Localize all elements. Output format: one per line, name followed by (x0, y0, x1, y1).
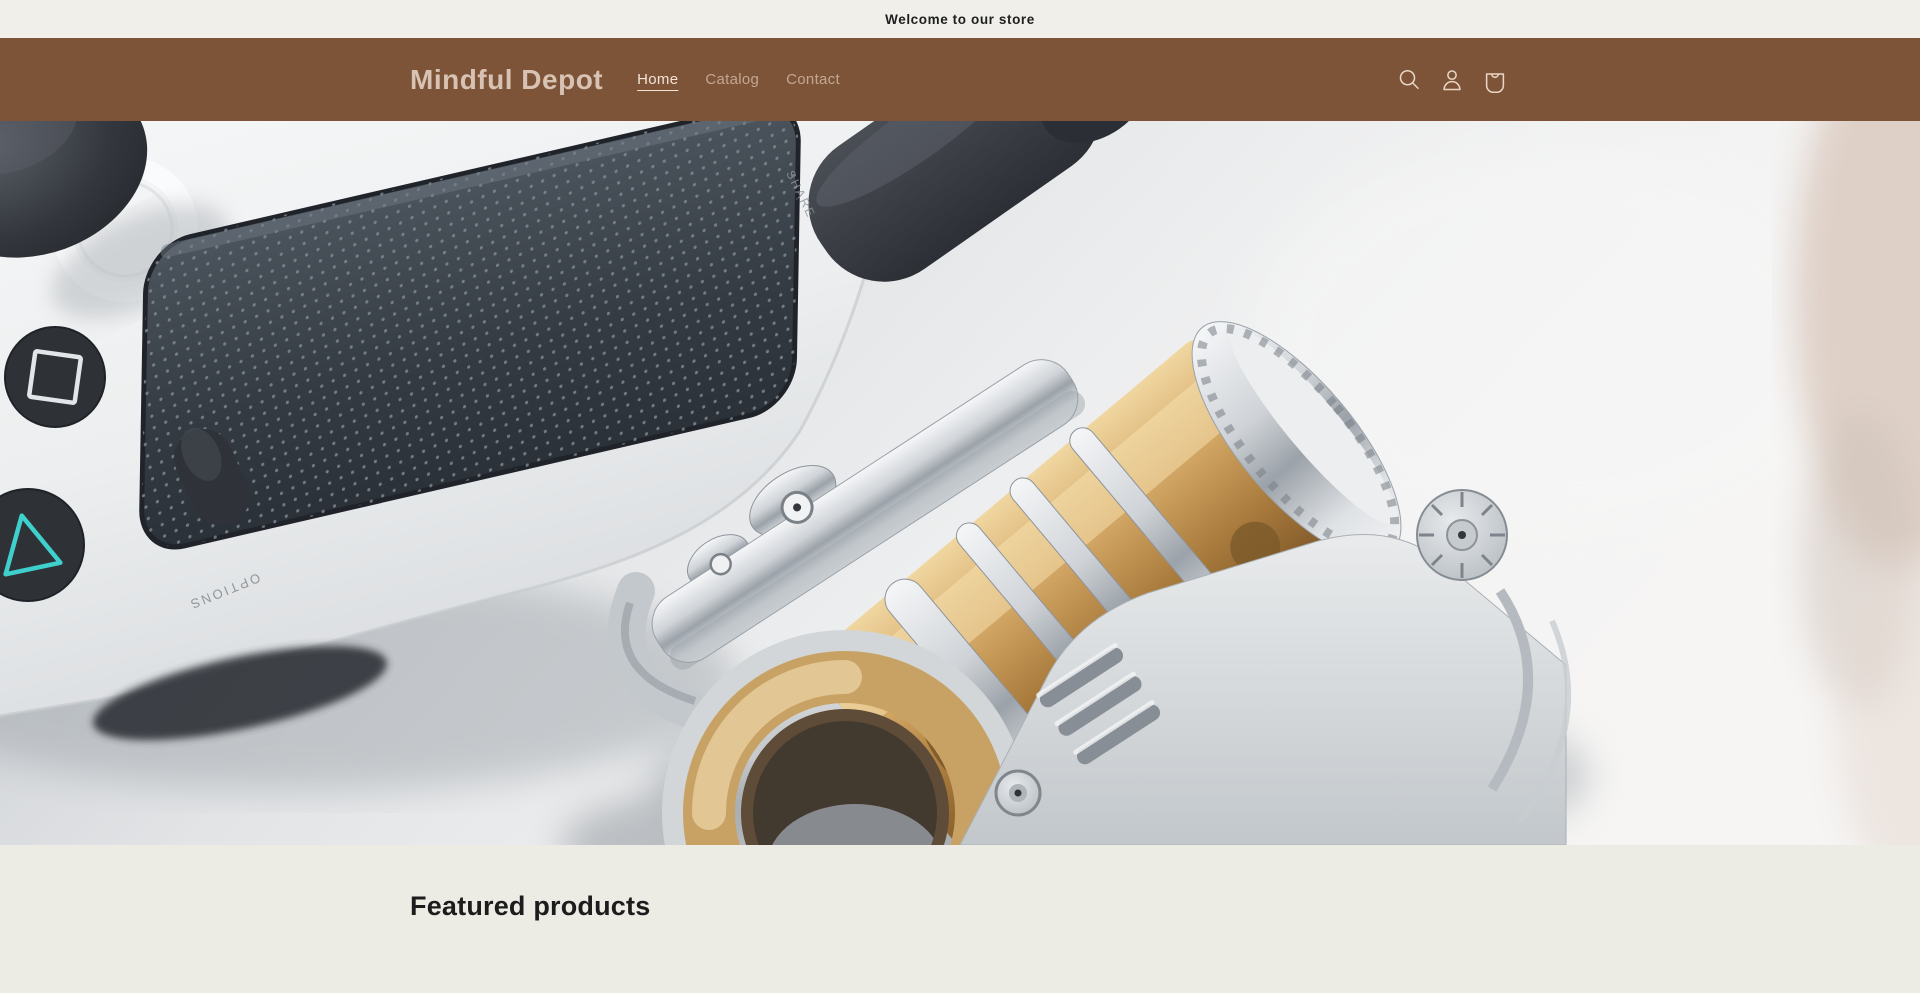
search-icon (1394, 65, 1424, 95)
announcement-text: Welcome to our store (885, 12, 1035, 27)
header-icons (1394, 65, 1510, 95)
featured-products-section: Featured products (0, 845, 1920, 993)
account-icon (1437, 65, 1467, 95)
site-header: Mindful Depot Home Catalog Contact (0, 38, 1920, 121)
header-container: Mindful Depot Home Catalog Contact (410, 64, 1510, 96)
search-button[interactable] (1394, 65, 1424, 95)
announcement-bar: Welcome to our store (0, 0, 1920, 38)
cart-button[interactable] (1480, 65, 1510, 95)
hero-image: SHARE OPTIONS (0, 121, 1920, 845)
nav-item-home[interactable]: Home (637, 71, 678, 88)
nav-item-contact[interactable]: Contact (786, 71, 840, 88)
main-nav: Home Catalog Contact (637, 71, 840, 88)
nav-item-catalog[interactable]: Catalog (705, 71, 759, 88)
account-button[interactable] (1437, 65, 1467, 95)
cart-icon (1480, 65, 1510, 95)
hero-banner: SHARE OPTIONS (0, 121, 1920, 845)
storefront-page: Welcome to our store Mindful Depot Home … (0, 0, 1920, 993)
featured-products-heading: Featured products (410, 845, 1510, 922)
brand-link[interactable]: Mindful Depot (410, 64, 603, 96)
